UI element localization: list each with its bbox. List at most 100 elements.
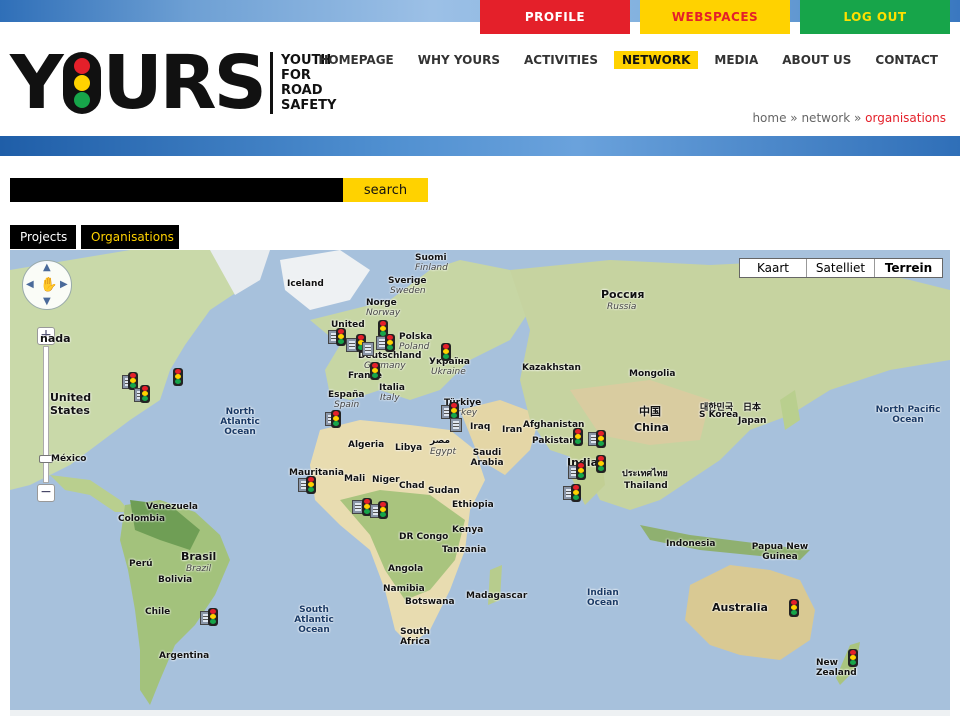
pan-down-icon[interactable]: ▼	[43, 296, 51, 307]
organisation-marker[interactable]	[370, 362, 380, 380]
pan-left-icon[interactable]: ◀	[26, 279, 34, 290]
organisation-marker[interactable]	[173, 368, 183, 386]
map-label: Norway	[366, 308, 401, 318]
map-label: Algeria	[348, 440, 385, 450]
map-type-satelliet[interactable]: Satelliet	[806, 259, 874, 277]
map-label: Finland	[415, 263, 448, 273]
map-label: Sudan	[428, 486, 460, 496]
map-label: Polska	[399, 332, 433, 342]
organisation-marker[interactable]	[378, 501, 388, 519]
organisation-marker[interactable]	[573, 428, 583, 446]
nav-contact[interactable]: CONTACT	[867, 51, 946, 69]
tab-organisations[interactable]: Organisations	[81, 225, 179, 249]
organisation-marker[interactable]	[596, 455, 606, 473]
nav-media[interactable]: MEDIA	[706, 51, 766, 69]
map-label: S Korea	[699, 410, 739, 420]
map-label: Angola	[388, 564, 424, 574]
map-label: Colombia	[118, 514, 166, 524]
map-label: Madagascar	[466, 591, 528, 601]
map-label: Brazil	[186, 564, 212, 574]
map-label: United States	[50, 391, 92, 417]
main-nav: HOMEPAGE WHY YOURS ACTIVITIES NETWORK ME…	[302, 51, 946, 69]
organisation-marker[interactable]	[306, 476, 316, 494]
map-label: Mauritania	[289, 468, 344, 478]
organisation-marker[interactable]	[789, 599, 799, 617]
map-label: Iraq	[470, 422, 491, 432]
organisation-marker[interactable]	[331, 410, 341, 428]
webspaces-button[interactable]: WEBSPACES	[640, 0, 790, 34]
map-label: North Pacific Ocean	[875, 405, 941, 425]
map-label: Chad	[399, 481, 425, 491]
pan-right-icon[interactable]: ▶	[60, 279, 68, 290]
organisation-marker[interactable]	[576, 462, 586, 480]
map-label: Niger	[372, 475, 400, 485]
map-label: Sweden	[390, 286, 426, 296]
map-label: Venezuela	[146, 502, 198, 512]
nav-activities[interactable]: ACTIVITIES	[516, 51, 606, 69]
map-label: Spain	[334, 400, 360, 410]
logo-letters-urs: URS	[102, 40, 267, 126]
logo-word: Y URS	[10, 40, 267, 126]
map-label: Iran	[502, 425, 523, 435]
nav-why-yours[interactable]: WHY YOURS	[410, 51, 508, 69]
map-label: China	[634, 421, 669, 434]
nav-homepage[interactable]: HOMEPAGE	[310, 51, 401, 69]
map-label: Namibia	[383, 584, 425, 594]
nav-about-us[interactable]: ABOUT US	[774, 51, 859, 69]
map-label: New Zealand	[816, 658, 857, 678]
pan-up-icon[interactable]: ▲	[43, 262, 51, 273]
search-input[interactable]	[10, 178, 343, 202]
map-label: Libya	[395, 443, 423, 453]
organisation-marker[interactable]	[571, 484, 581, 502]
map-label: مصر	[430, 436, 451, 446]
map-label: Ethiopia	[452, 500, 494, 510]
map-label: Brasil	[181, 550, 217, 563]
pan-control[interactable]: ▲ ◀ ▶ ▼ ✋	[22, 260, 72, 310]
map-label: Ukraine	[431, 367, 466, 377]
map-type-terrein[interactable]: Terrein	[874, 259, 942, 277]
map-type-kaart[interactable]: Kaart	[740, 259, 806, 277]
map-label: Mali	[344, 474, 366, 484]
organisation-marker[interactable]	[441, 343, 451, 361]
logout-button[interactable]: LOG OUT	[800, 0, 950, 34]
map-label: Tanzania	[442, 545, 487, 555]
map-label: Thailand	[624, 481, 668, 491]
nav-network[interactable]: NETWORK	[614, 51, 699, 69]
profile-button[interactable]: PROFILE	[480, 0, 630, 34]
organisation-marker[interactable]	[385, 334, 395, 352]
map-label: 中国	[639, 405, 661, 418]
zoom-out-button[interactable]: −	[37, 484, 55, 502]
map-label: Russia	[607, 302, 637, 312]
map-label: Россия	[601, 288, 645, 301]
world-map[interactable]: Kaart Satelliet Terrein ▲ ◀ ▶ ▼ ✋ + − Su…	[10, 250, 950, 716]
map-label: Japan	[738, 416, 767, 426]
map-label: España	[328, 390, 365, 400]
site-logo[interactable]: Y URS YOUTH FOR ROAD SAFETY	[10, 40, 336, 126]
organisation-marker[interactable]	[208, 608, 218, 626]
map-label: Bolivia	[158, 575, 193, 585]
search-button[interactable]: search	[343, 178, 428, 202]
page: PROFILE WEBSPACES LOG OUT Y URS YOUTH FOR…	[0, 0, 960, 720]
map-label: ประเทศไทย	[622, 469, 668, 479]
map-label: South Africa	[400, 627, 430, 647]
organisation-marker[interactable]	[450, 418, 462, 432]
organisation-marker[interactable]	[596, 430, 606, 448]
map-label: Italia	[379, 383, 405, 393]
organisation-marker[interactable]	[140, 385, 150, 403]
breadcrumb-home[interactable]: home	[752, 111, 786, 125]
map-label: Kenya	[452, 525, 484, 535]
organisation-marker[interactable]	[336, 328, 346, 346]
map-label: Chile	[145, 607, 171, 617]
map-label: nada	[40, 332, 71, 345]
organisation-marker[interactable]	[362, 342, 374, 356]
map-label: DR Congo	[399, 532, 449, 542]
map-label: Pakistan	[532, 436, 576, 446]
breadcrumb: home » network » organisations	[752, 111, 946, 125]
traffic-light-icon	[62, 52, 101, 114]
map-label: Egypt	[430, 447, 456, 457]
map-label: Indian Ocean	[587, 588, 619, 608]
breadcrumb-network[interactable]: network	[801, 111, 850, 125]
tab-projects[interactable]: Projects	[10, 225, 76, 249]
map-type-selector: Kaart Satelliet Terrein	[739, 258, 943, 278]
organisation-marker[interactable]	[848, 649, 858, 667]
